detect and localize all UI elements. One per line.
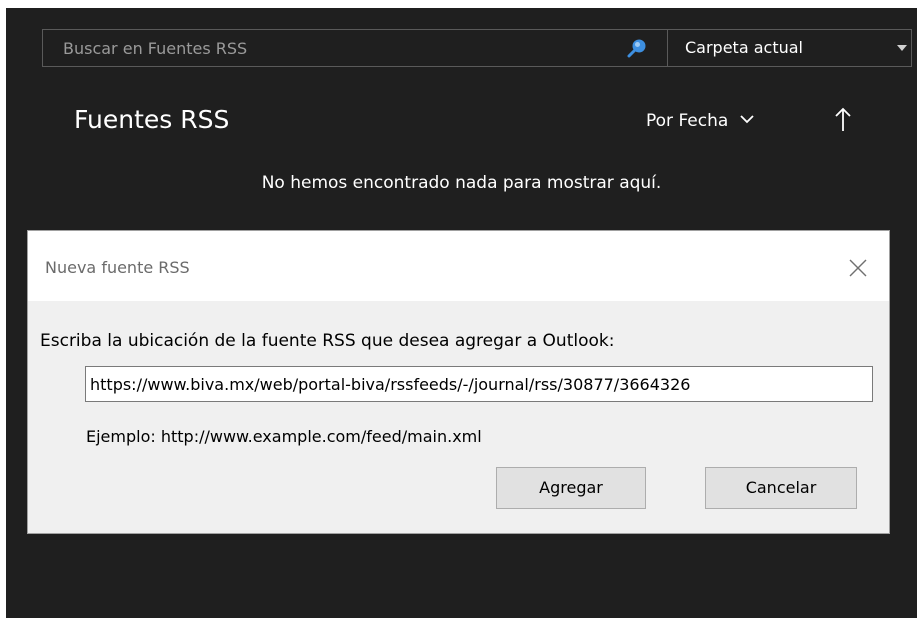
sort-by-button[interactable]: Por Fecha [646, 108, 754, 134]
search-input[interactable] [43, 30, 663, 66]
search-scope-dropdown[interactable]: Carpeta actual [668, 30, 911, 66]
search-bar: Carpeta actual [42, 29, 912, 67]
new-rss-feed-dialog: Nueva fuente RSS Escriba la ubicación de… [27, 230, 890, 534]
search-scope-label: Carpeta actual [685, 38, 803, 57]
example-hint: Ejemplo: http://www.example.com/feed/mai… [86, 427, 482, 446]
folder-title: Fuentes RSS [74, 105, 230, 134]
search-icon[interactable] [626, 37, 648, 59]
feed-location-label: Escriba la ubicación de la fuente RSS qu… [40, 331, 615, 351]
dialog-title: Nueva fuente RSS [45, 258, 190, 277]
chevron-down-icon [740, 106, 754, 132]
arrow-up-icon[interactable] [833, 103, 853, 135]
add-button[interactable]: Agregar [496, 467, 646, 509]
caret-down-icon [897, 45, 907, 51]
sort-by-label: Por Fecha [646, 111, 729, 131]
dialog-titlebar: Nueva fuente RSS [28, 231, 889, 301]
close-icon[interactable] [847, 257, 869, 279]
feed-url-input[interactable] [85, 366, 873, 402]
cancel-button[interactable]: Cancelar [705, 467, 857, 509]
empty-state-message: No hemos encontrado nada para mostrar aq… [261, 173, 662, 193]
